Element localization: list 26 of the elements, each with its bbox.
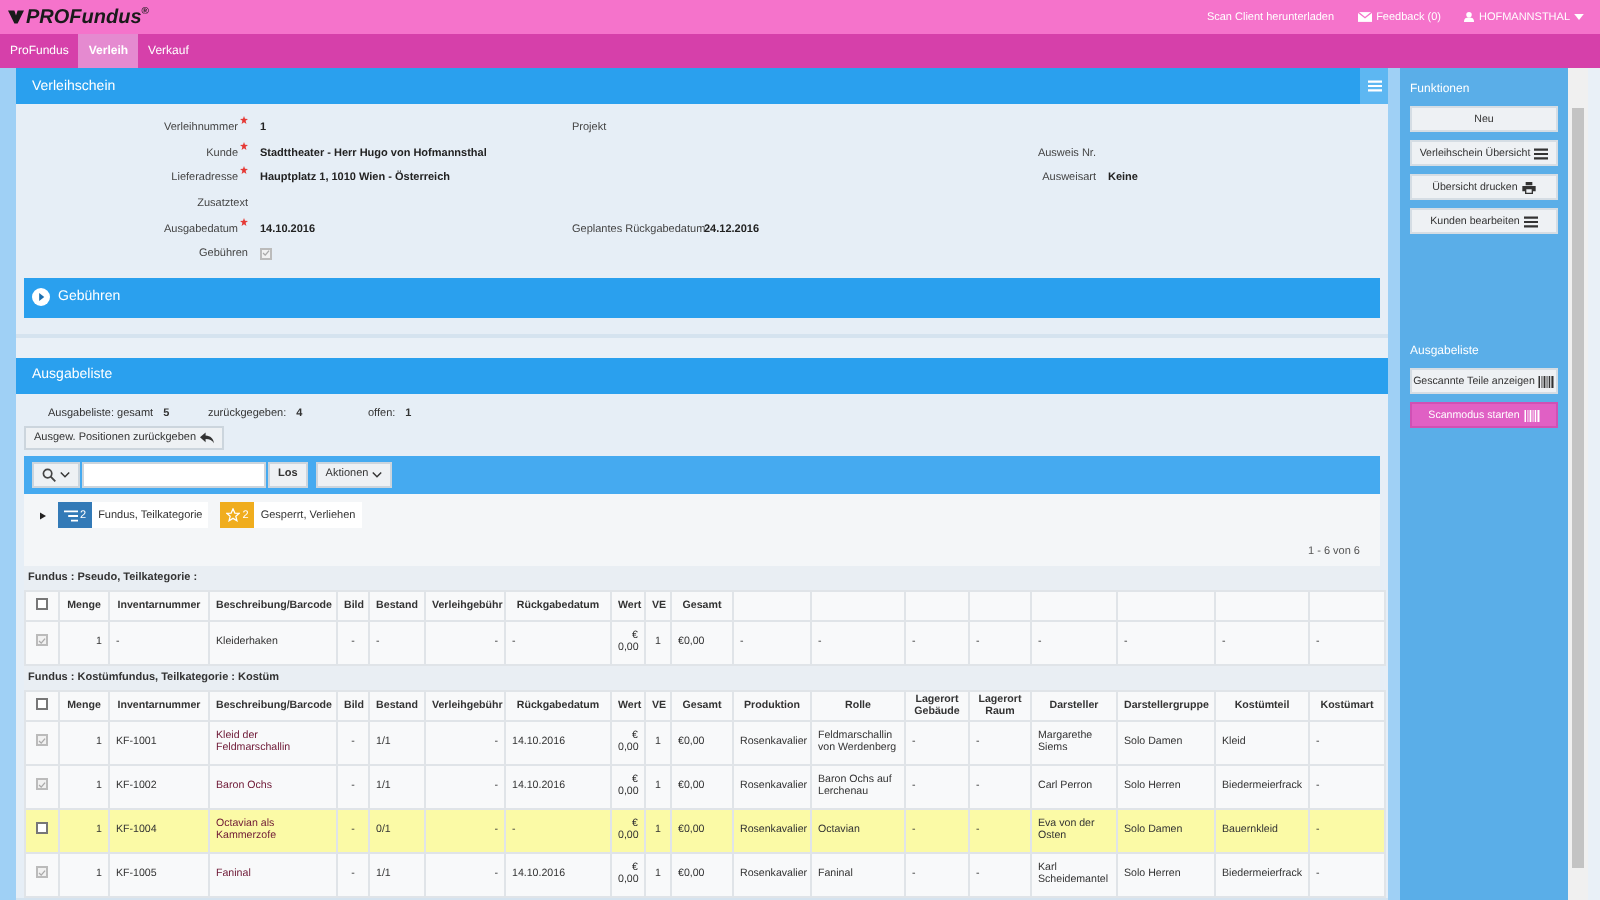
caret-icon — [1574, 14, 1584, 20]
play-circle-icon — [32, 288, 50, 307]
chevron-icon — [372, 471, 383, 478]
reply-icon — [200, 431, 215, 444]
user-icon — [1464, 12, 1475, 22]
checkbox[interactable] — [36, 697, 48, 710]
checkbox[interactable] — [36, 822, 48, 835]
scrollbar[interactable] — [1568, 68, 1588, 900]
menu-button[interactable] — [1360, 68, 1388, 104]
checkbox[interactable] — [36, 597, 48, 610]
star-icon — [226, 508, 241, 523]
menu-icon — [1367, 80, 1381, 92]
search-icon — [42, 467, 56, 482]
list-icon — [1523, 215, 1538, 227]
search-button[interactable] — [32, 461, 80, 488]
list-icon — [64, 509, 78, 522]
barcode-icon — [1523, 409, 1540, 421]
expand-icon[interactable] — [40, 511, 46, 520]
chevron-icon — [60, 471, 70, 478]
mail-icon — [1358, 12, 1373, 22]
logo-icon — [8, 9, 24, 24]
barcode-icon — [1538, 375, 1555, 387]
logo[interactable]: PROFundus$^{®}$ — [26, 5, 149, 29]
search-field[interactable] — [82, 461, 266, 488]
list-icon — [1534, 147, 1549, 159]
printer-icon — [1521, 181, 1536, 193]
